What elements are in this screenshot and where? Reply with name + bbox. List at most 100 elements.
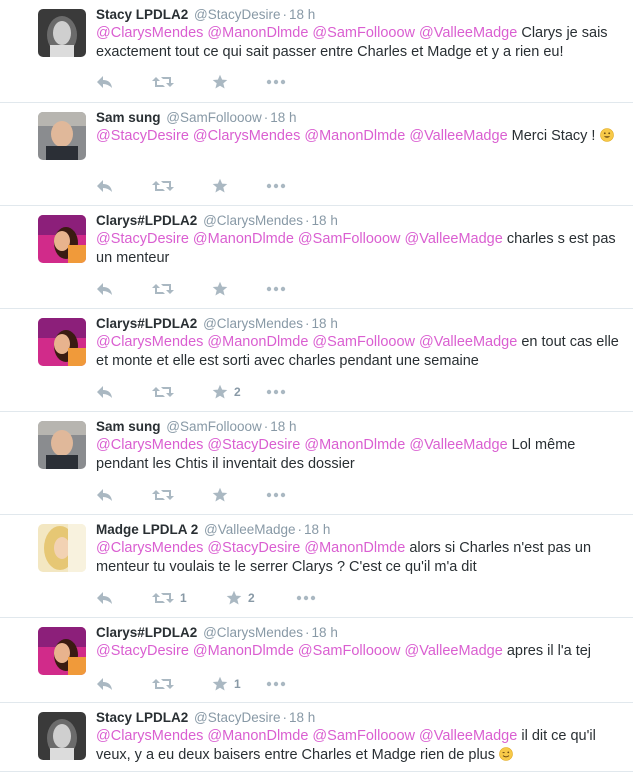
reply-button[interactable] bbox=[96, 589, 114, 607]
tweet-fullname[interactable]: Clarys#LPDLA2 bbox=[96, 213, 197, 228]
avatar[interactable] bbox=[38, 421, 86, 469]
mention-link[interactable]: @ValleeMadge bbox=[419, 334, 517, 350]
tweet-username[interactable]: @ClarysMendes bbox=[203, 316, 303, 331]
favorite-button[interactable]: 2 bbox=[212, 383, 241, 401]
retweet-button[interactable]: 1 bbox=[152, 589, 187, 607]
mention-link[interactable]: @ValleeMadge bbox=[419, 25, 517, 41]
mention-link[interactable]: @ManonDlmde bbox=[207, 25, 308, 41]
reply-button[interactable] bbox=[96, 177, 114, 195]
tweet-fullname[interactable]: Sam sung bbox=[96, 419, 161, 434]
mention-link[interactable]: @ClarysMendes bbox=[96, 334, 203, 350]
retweet-count: 1 bbox=[180, 591, 187, 605]
favorite-button[interactable] bbox=[212, 486, 228, 504]
tweet-timestamp[interactable]: 18 h bbox=[270, 419, 296, 434]
mention-link[interactable]: @ValleeMadge bbox=[409, 437, 507, 453]
mention-link[interactable]: @StacyDesire bbox=[207, 437, 300, 453]
avatar[interactable] bbox=[38, 9, 86, 57]
tweet-username[interactable]: @StacyDesire bbox=[194, 7, 280, 22]
favorite-button[interactable] bbox=[212, 73, 228, 91]
favorite-button[interactable] bbox=[212, 177, 228, 195]
avatar[interactable] bbox=[38, 627, 86, 675]
more-button[interactable] bbox=[266, 280, 286, 298]
tweet-username[interactable]: @ValleeMadge bbox=[204, 522, 296, 537]
avatar[interactable] bbox=[38, 215, 86, 263]
tweet-fullname[interactable]: Stacy LPDLA2 bbox=[96, 7, 188, 22]
more-button[interactable] bbox=[296, 589, 316, 607]
tweet-timestamp[interactable]: 18 h bbox=[312, 213, 338, 228]
mention-link[interactable]: @ClarysMendes bbox=[193, 128, 300, 144]
more-button[interactable] bbox=[266, 177, 286, 195]
reply-button[interactable] bbox=[96, 73, 114, 91]
mention-link[interactable]: @ValleeMadge bbox=[405, 231, 503, 247]
tweet-timestamp[interactable]: 18 h bbox=[270, 110, 296, 125]
mention-link[interactable]: @StacyDesire bbox=[96, 643, 189, 659]
avatar[interactable] bbox=[38, 712, 86, 760]
more-button[interactable] bbox=[266, 486, 286, 504]
tweet-fullname[interactable]: Madge LPDLA 2 bbox=[96, 522, 198, 537]
mention-link[interactable]: @ManonDlmde bbox=[193, 231, 294, 247]
mention-link[interactable]: @ClarysMendes bbox=[96, 25, 203, 41]
tweet-fullname[interactable]: Clarys#LPDLA2 bbox=[96, 316, 197, 331]
retweet-button[interactable] bbox=[152, 177, 174, 195]
tweet-fullname[interactable]: Sam sung bbox=[96, 110, 161, 125]
mention-link[interactable]: @SamFollooow bbox=[298, 643, 401, 659]
tweet-username[interactable]: @StacyDesire bbox=[194, 710, 280, 725]
more-button[interactable] bbox=[266, 383, 286, 401]
tweet-timestamp[interactable]: 18 h bbox=[289, 710, 315, 725]
tweet-username[interactable]: @SamFollooow bbox=[166, 419, 262, 434]
tweet-item[interactable]: Sam sung @SamFollooow · 18 h @ClarysMendes … bbox=[0, 412, 633, 515]
mention-link[interactable]: @ClarysMendes bbox=[96, 540, 203, 556]
mention-link[interactable]: @ManonDlmde bbox=[207, 728, 308, 744]
favorite-button[interactable]: 2 bbox=[226, 589, 255, 607]
retweet-button[interactable] bbox=[152, 383, 174, 401]
avatar[interactable] bbox=[38, 112, 86, 160]
reply-button[interactable] bbox=[96, 486, 114, 504]
retweet-button[interactable] bbox=[152, 675, 174, 693]
mention-link[interactable]: @SamFollooow bbox=[312, 334, 415, 350]
mention-link[interactable]: @ValleeMadge bbox=[419, 728, 517, 744]
retweet-button[interactable] bbox=[152, 73, 174, 91]
favorite-button[interactable]: 1 bbox=[212, 675, 241, 693]
mention-link[interactable]: @ManonDlmde bbox=[207, 334, 308, 350]
mention-link[interactable]: @ManonDlmde bbox=[304, 128, 405, 144]
avatar[interactable] bbox=[38, 318, 86, 366]
reply-button[interactable] bbox=[96, 280, 114, 298]
mention-link[interactable]: @ValleeMadge bbox=[405, 643, 503, 659]
tweet-item[interactable]: Sam sung @SamFollooow · 18 h @StacyDesire @… bbox=[0, 103, 633, 206]
reply-button[interactable] bbox=[96, 675, 114, 693]
mention-link[interactable]: @StacyDesire bbox=[96, 128, 189, 144]
mention-link[interactable]: @SamFollooow bbox=[298, 231, 401, 247]
favorite-button[interactable] bbox=[212, 280, 228, 298]
tweet-username[interactable]: @ClarysMendes bbox=[203, 213, 303, 228]
tweet-item[interactable]: Stacy LPDLA2 @StacyDesire · 18 h @ClarysMen… bbox=[0, 0, 633, 103]
mention-link[interactable]: @SamFollooow bbox=[312, 728, 415, 744]
mention-link[interactable]: @ManonDlmde bbox=[304, 437, 405, 453]
reply-button[interactable] bbox=[96, 383, 114, 401]
tweet-fullname[interactable]: Stacy LPDLA2 bbox=[96, 710, 188, 725]
mention-link[interactable]: @ManonDlmde bbox=[193, 643, 294, 659]
tweet-item[interactable]: Madge LPDLA 2 @ValleeMadge · 18 h @ClarysMe… bbox=[0, 515, 633, 618]
more-button[interactable] bbox=[266, 73, 286, 91]
tweet-username[interactable]: @SamFollooow bbox=[166, 110, 262, 125]
mention-link[interactable]: @SamFollooow bbox=[312, 25, 415, 41]
tweet-item[interactable]: Clarys#LPDLA2 @ClarysMendes · 18 h @ClarysM… bbox=[0, 309, 633, 412]
mention-link[interactable]: @ClarysMendes bbox=[96, 437, 203, 453]
tweet-item[interactable]: Clarys#LPDLA2 @ClarysMendes · 18 h @StacyDe… bbox=[0, 206, 633, 309]
mention-link[interactable]: @ClarysMendes bbox=[96, 728, 203, 744]
tweet-timestamp[interactable]: 18 h bbox=[312, 316, 338, 331]
tweet-username[interactable]: @ClarysMendes bbox=[203, 625, 303, 640]
tweet-timestamp[interactable]: 18 h bbox=[289, 7, 315, 22]
tweet-fullname[interactable]: Clarys#LPDLA2 bbox=[96, 625, 197, 640]
more-button[interactable] bbox=[266, 675, 286, 693]
tweet-item[interactable]: Stacy LPDLA2 @StacyDesire · 18 h @ClarysMen… bbox=[0, 703, 633, 772]
retweet-button[interactable] bbox=[152, 486, 174, 504]
mention-link[interactable]: @ValleeMadge bbox=[409, 128, 507, 144]
mention-link[interactable]: @StacyDesire bbox=[207, 540, 300, 556]
tweet-timestamp[interactable]: 18 h bbox=[304, 522, 330, 537]
tweet-timestamp[interactable]: 18 h bbox=[312, 625, 338, 640]
mention-link[interactable]: @StacyDesire bbox=[96, 231, 189, 247]
tweet-item[interactable]: Clarys#LPDLA2 @ClarysMendes · 18 h @StacyDe… bbox=[0, 618, 633, 703]
retweet-button[interactable] bbox=[152, 280, 174, 298]
mention-link[interactable]: @ManonDlmde bbox=[304, 540, 405, 556]
avatar[interactable] bbox=[38, 524, 86, 572]
